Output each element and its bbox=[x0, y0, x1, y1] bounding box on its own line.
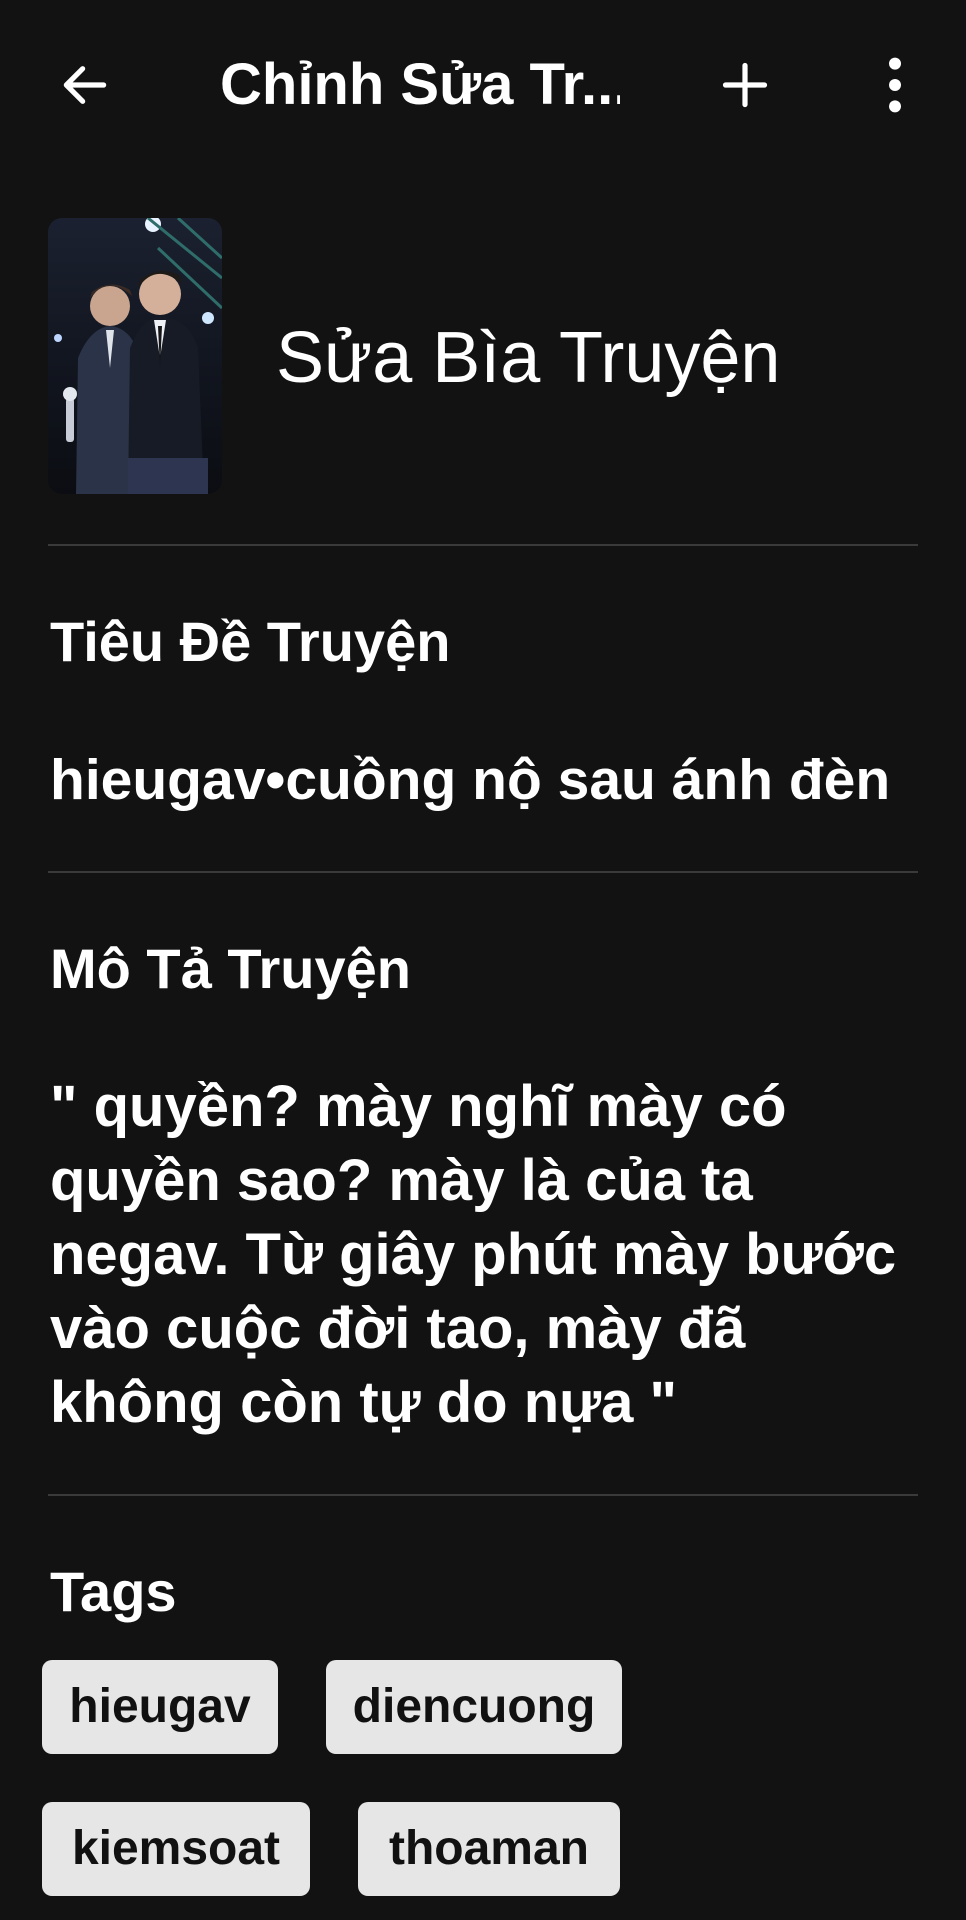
plus-icon bbox=[722, 62, 768, 108]
divider bbox=[48, 1494, 918, 1496]
tag-chip[interactable]: kiemsoat bbox=[42, 1802, 310, 1896]
tag-chip[interactable]: thoaman bbox=[358, 1802, 620, 1896]
more-vertical-icon bbox=[889, 57, 901, 113]
back-button[interactable] bbox=[50, 50, 120, 120]
edit-cover-label: Sửa Bìa Truyện bbox=[276, 318, 781, 398]
app-bar: Chỉnh Sửa Tr... bbox=[0, 0, 966, 170]
divider bbox=[48, 871, 918, 873]
story-description-heading: Mô Tả Truyện bbox=[50, 937, 411, 1000]
tags-heading: Tags bbox=[50, 1560, 177, 1623]
more-options-button[interactable] bbox=[860, 50, 930, 120]
add-button[interactable] bbox=[710, 50, 780, 120]
tag-chip[interactable]: diencuong bbox=[326, 1660, 622, 1754]
story-title-field[interactable]: hieugav•cuồng nộ sau ánh đèn bbox=[50, 743, 916, 817]
arrow-left-icon bbox=[63, 66, 107, 104]
page-title: Chỉnh Sửa Tr... bbox=[220, 52, 620, 117]
cover-image[interactable] bbox=[48, 218, 222, 494]
story-title-heading: Tiêu Đề Truyện bbox=[50, 610, 451, 673]
tag-chip[interactable]: hieugav bbox=[42, 1660, 278, 1754]
edit-cover-row[interactable]: Sửa Bìa Truyện bbox=[48, 218, 918, 494]
divider bbox=[48, 544, 918, 546]
story-description-field[interactable]: " quyền? mày nghĩ mày có quyền sao? mày … bbox=[50, 1070, 916, 1440]
